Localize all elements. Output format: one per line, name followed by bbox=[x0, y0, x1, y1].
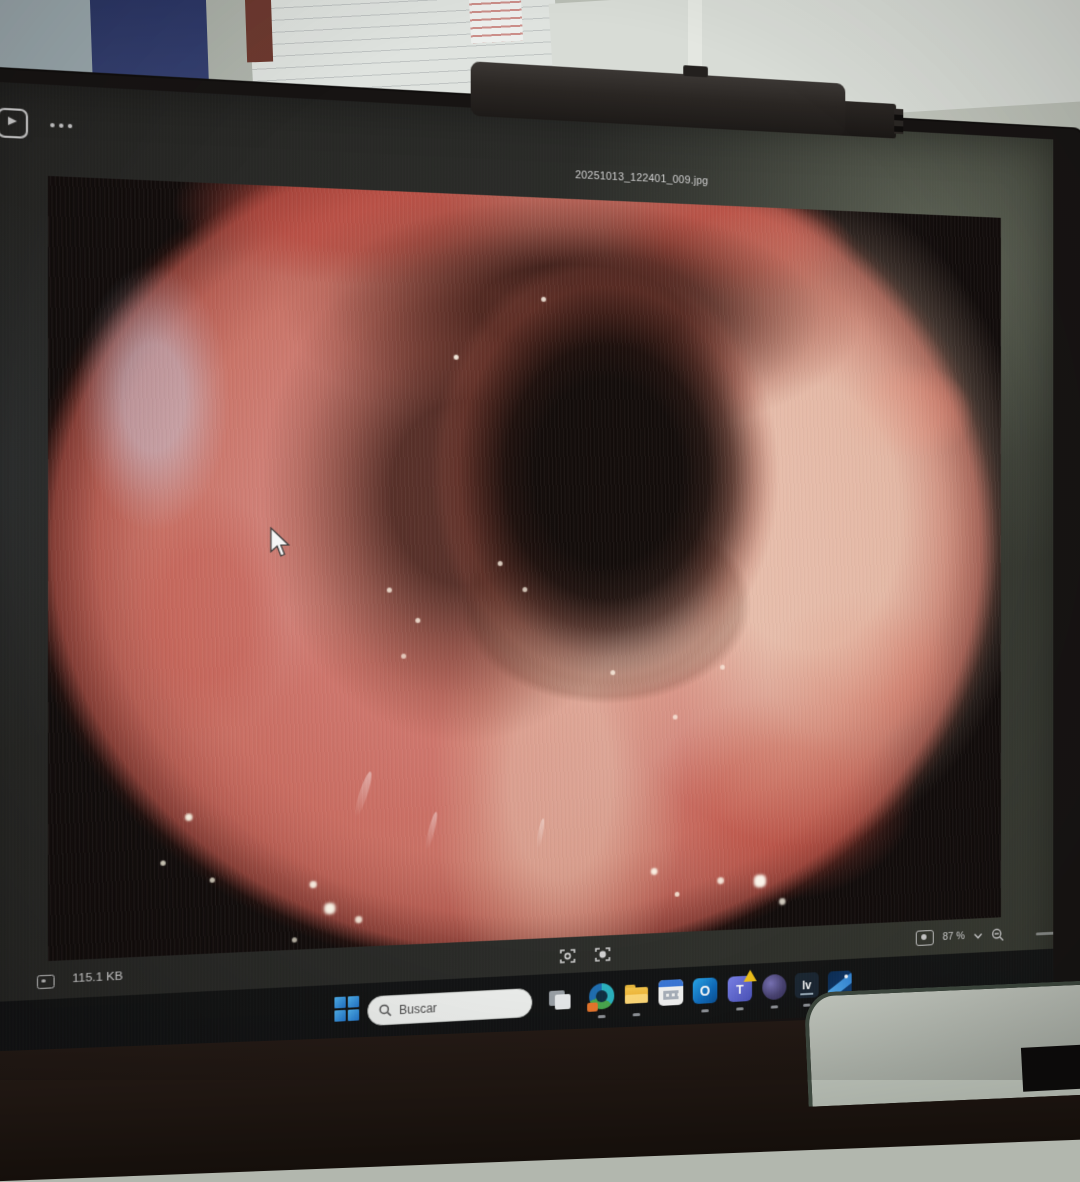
outlook-icon[interactable]: O bbox=[693, 977, 718, 1004]
file-explorer-icon[interactable] bbox=[624, 981, 649, 1008]
running-indicator bbox=[736, 1007, 743, 1010]
fit-selection-filled-icon[interactable] bbox=[595, 946, 611, 963]
fit-selection-icon[interactable] bbox=[560, 948, 576, 965]
search-placeholder: Buscar bbox=[399, 1000, 437, 1016]
desk-dark-object bbox=[1021, 1044, 1080, 1092]
calendar-icon[interactable] bbox=[658, 979, 683, 1006]
running-indicator bbox=[771, 1005, 778, 1008]
image-filename: 20251013_122401_009.jpg bbox=[575, 169, 708, 187]
lv-app-icon[interactable]: lv bbox=[795, 972, 819, 998]
teams-icon[interactable]: T bbox=[728, 976, 752, 1003]
warning-badge-icon bbox=[744, 969, 757, 981]
wet-reflection bbox=[536, 818, 546, 848]
specular-highlights bbox=[48, 176, 51, 179]
start-button[interactable] bbox=[334, 996, 361, 1024]
zoom-out-icon[interactable] bbox=[991, 927, 1004, 942]
monitor-bezel: 20251013_122401_009.jpg 1080 115.1 KB bbox=[0, 66, 1080, 1140]
endoscopy-image bbox=[48, 176, 1001, 961]
screen: 20251013_122401_009.jpg 1080 115.1 KB bbox=[0, 81, 1053, 1066]
zoom-slider[interactable] bbox=[1036, 931, 1053, 935]
zoom-percent[interactable]: 87 % bbox=[943, 930, 965, 942]
fit-image-icon[interactable] bbox=[916, 930, 934, 946]
media-app-icon[interactable] bbox=[0, 108, 28, 139]
running-indicator bbox=[633, 1013, 641, 1016]
zoom-controls: 87 % bbox=[916, 927, 1005, 946]
running-indicator bbox=[598, 1015, 606, 1018]
mouse-cursor-icon bbox=[270, 527, 293, 560]
search-icon bbox=[379, 1003, 392, 1017]
browser-donut-icon[interactable] bbox=[589, 983, 614, 1010]
image-size-icon bbox=[37, 975, 55, 990]
task-view-icon[interactable] bbox=[548, 985, 573, 1012]
notification-badge bbox=[587, 1002, 598, 1012]
soundbar-button bbox=[683, 65, 708, 77]
chevron-down-icon[interactable] bbox=[974, 932, 983, 939]
round-app-icon[interactable] bbox=[762, 974, 786, 1001]
search-input[interactable]: Buscar bbox=[367, 988, 532, 1026]
more-options-icon[interactable] bbox=[50, 123, 72, 128]
wet-reflection bbox=[352, 770, 374, 817]
wet-reflection bbox=[424, 811, 439, 850]
monitor-group: 20251013_122401_009.jpg 1080 115.1 KB bbox=[0, 1, 1080, 1118]
file-size-text: 115.1 KB bbox=[72, 970, 123, 985]
running-indicator bbox=[701, 1009, 709, 1012]
